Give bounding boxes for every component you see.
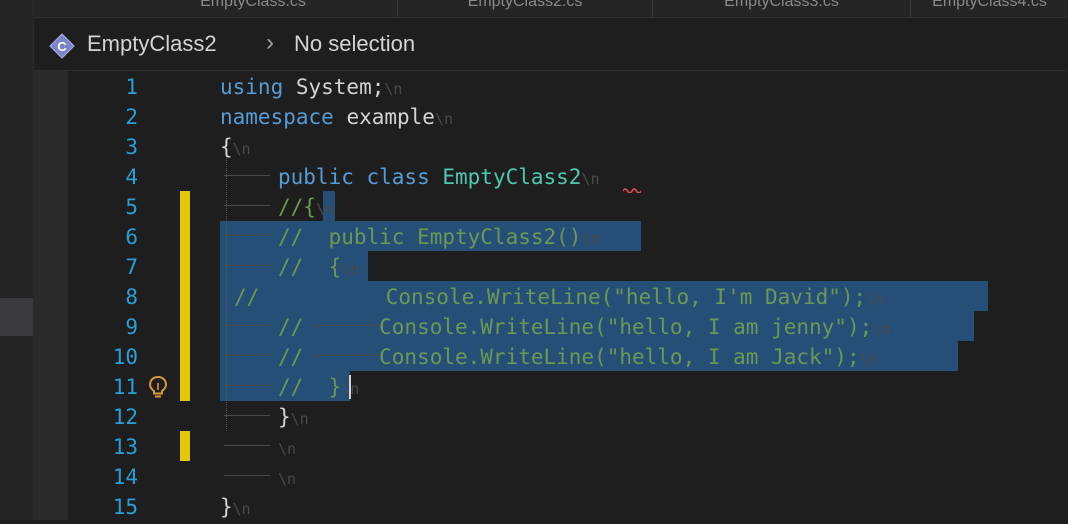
line-number: 13 [112,435,138,459]
comment: // public EmptyClass2() [278,225,582,249]
code-text: } [220,495,233,519]
comment: // Console.WriteLine("hello, I am jenny"… [278,315,873,339]
line-number: 9 [125,315,138,339]
newline-marker: \n [232,500,251,518]
line-number: 4 [125,165,138,189]
breadcrumb-selection[interactable]: No selection [294,31,415,57]
comment: // } [278,375,342,399]
indent-guide [226,146,227,431]
code-line-10: // Console.WriteLine("hello, I am Jack")… [278,342,878,372]
code-line-7: // {\n [278,252,359,282]
line-number: 3 [125,135,138,159]
comment: // Console.WriteLine("hello, I am Jack")… [278,345,860,369]
text-cursor [349,375,351,399]
code-text: { [220,135,233,159]
newline-marker: \n [384,80,403,98]
newline-marker: \n [859,350,878,368]
tab-label: EmptyClass3.cs [724,0,839,10]
line-number: 5 [125,195,138,219]
code-line-8: // Console.WriteLine("hello, I'm David")… [234,282,884,312]
code-line-2: namespace example\n [220,102,453,132]
newline-marker: \n [581,230,600,248]
newline-marker: \n [341,260,360,278]
whitespace-marker [224,175,270,176]
comment: // { [278,255,342,279]
line-number: 11 [112,375,138,399]
line-number: 8 [125,285,138,309]
activity-strip-highlight [0,298,33,336]
csharp-class-icon: C [49,33,75,59]
line-number: 7 [125,255,138,279]
change-marker [180,191,190,401]
error-squiggle [623,188,641,193]
newline-marker: \n [581,170,600,188]
whitespace-marker [224,445,270,446]
code-text: } [278,405,291,429]
newline-marker: \n [278,470,297,488]
code-text: example [333,105,435,129]
breadcrumb-class[interactable]: EmptyClass2 [87,31,217,57]
line-number: 2 [125,105,138,129]
code-line-4: public class EmptyClass2\n [278,162,600,192]
whitespace-marker [224,355,270,356]
newline-marker: \n [290,410,309,428]
tab-label: EmptyClass2.cs [467,0,583,10]
line-number: 14 [112,465,138,489]
breadcrumb: C EmptyClass2 › No selection [34,18,1068,71]
code-line-9: // Console.WriteLine("hello, I am jenny"… [278,312,890,342]
whitespace-marker [224,205,270,206]
code-line-12: }\n [278,402,309,432]
newline-marker: \n [232,140,251,158]
code-line-11: // }\n [278,372,359,402]
code-text: System; [283,75,385,99]
whitespace-marker [224,265,270,266]
newline-marker: \n [315,200,334,218]
activity-strip [0,0,33,520]
whitespace-marker [224,475,270,476]
code-line-1: using System;\n [220,72,402,102]
line-number: 10 [112,345,138,369]
line-number: 6 [125,225,138,249]
keyword: public class [278,165,430,189]
comment: // Console.WriteLine("hello, I'm David")… [234,285,867,309]
keyword: using [220,75,284,99]
code-line-5: //{\n [278,192,334,222]
change-marker [180,431,190,461]
tab-label: EmptyClass.cs [200,0,306,10]
line-number: 12 [112,405,138,429]
code-line-15: }\n [220,492,251,522]
code-editor[interactable]: 1 2 3 4 5 6 7 8 9 10 11 12 13 14 15 usin… [68,71,1068,520]
newline-marker: \n [866,290,885,308]
newline-marker: \n [872,320,891,338]
whitespace-marker [224,415,270,416]
tab-emptyclass3[interactable]: EmptyClass3.cs [653,0,911,17]
breadcrumb-separator: › [266,29,274,56]
whitespace-marker [224,325,270,326]
line-number: 1 [125,75,138,99]
whitespace-marker [224,235,270,236]
code-line-3: {\n [220,132,251,162]
tab-emptyclass4[interactable]: EmptyClass4.cs [911,0,1068,17]
whitespace-marker [224,385,270,386]
lightbulb-icon[interactable] [147,374,169,400]
glyph-margin [34,71,68,520]
tab-label: EmptyClass4.cs [932,0,1047,10]
code-line-6: // public EmptyClass2()\n [278,222,600,252]
type-name: EmptyClass2 [442,165,582,189]
keyword: namespace [220,105,334,129]
tab-emptyclass2[interactable]: EmptyClass2.cs [398,0,653,17]
svg-text:C: C [57,39,67,54]
code-line-14: \n [278,462,296,492]
comment: //{ [278,195,316,219]
code-line-13: \n [278,432,296,462]
newline-marker: \n [434,110,454,128]
line-number: 15 [112,495,138,519]
tab-bar: EmptyClass.cs EmptyClass2.cs EmptyClass3… [34,0,1068,18]
newline-marker: \n [278,440,297,458]
tab-emptyclass[interactable]: EmptyClass.cs [109,0,398,17]
